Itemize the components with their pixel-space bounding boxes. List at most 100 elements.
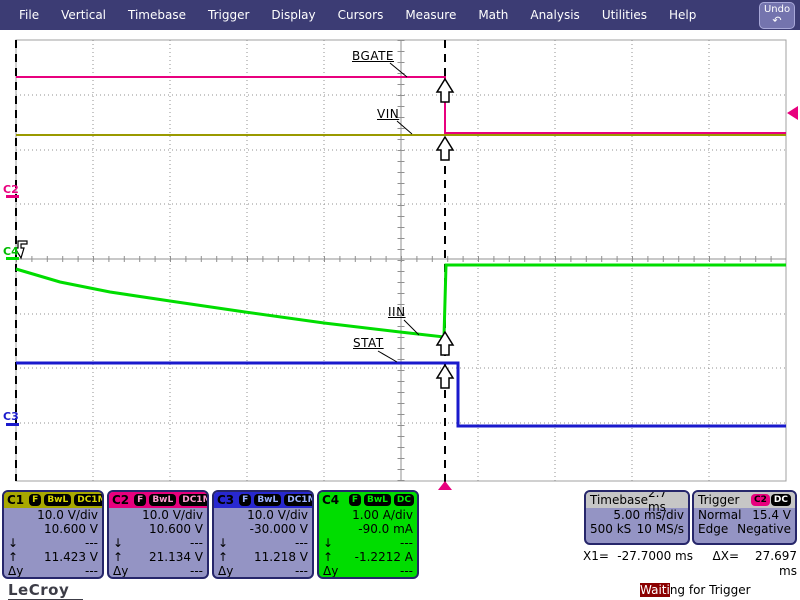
c4-badge-coupling: DC [394, 494, 414, 506]
label-vin: VIN [377, 107, 399, 121]
menu-analysis[interactable]: Analysis [521, 4, 588, 26]
channel-marker-c3[interactable]: C3 [3, 410, 19, 423]
timebase-rate: 10 MS/s [631, 522, 684, 536]
up-arrow-icon: ↑ [113, 550, 131, 564]
down-arrow-icon: ↓ [323, 536, 341, 550]
timebase-title: Timebase [590, 493, 648, 507]
scope-grid-svg [0, 36, 800, 492]
label-iin: IIN [388, 305, 406, 319]
menu-file[interactable]: File [10, 4, 48, 26]
trigger-status: Waiting for Trigger [640, 583, 751, 597]
arrow-bgate [437, 79, 453, 102]
c3-badge-bwl: BwL [254, 494, 281, 506]
timebase-per-div: 5.00 ms/div [590, 508, 684, 522]
c2-badge-bwl: BwL [149, 494, 176, 506]
menu-trigger[interactable]: Trigger [199, 4, 258, 26]
menu-timebase[interactable]: Timebase [119, 4, 195, 26]
menu-measure[interactable]: Measure [396, 4, 465, 26]
up-arrow-icon: ↑ [323, 550, 341, 564]
trigger-source-badge: C2 [751, 494, 770, 506]
undo-button[interactable]: Undo ↶ [759, 2, 795, 29]
down-arrow-icon: ↓ [113, 536, 131, 550]
dx-value: 27.697 ms [739, 549, 797, 579]
delta-y-icon: Δy [8, 564, 26, 578]
c3-badge-f: F [239, 494, 251, 506]
c2-scale: 10.0 V/div [113, 508, 203, 522]
trigger-header: Trigger C2 DC [694, 492, 795, 508]
arrow-stat [437, 365, 453, 388]
channel-box-c2[interactable]: C2 F BwL DC1M 10.0 V/div 10.600 V ↓--- ↑… [107, 490, 209, 579]
label-stat: STAT [353, 336, 384, 350]
c2-offset: 10.600 V [113, 522, 203, 536]
menu-vertical[interactable]: Vertical [52, 4, 115, 26]
c4-label: C4 [322, 493, 339, 507]
menu-math[interactable]: Math [469, 4, 517, 26]
channel-box-c4[interactable]: C4 F BwL DC 1.00 A/div -90.0 mA ↓--- ↑-1… [317, 490, 419, 579]
c1-scale: 10.0 V/div [8, 508, 98, 522]
trigger-level: 15.4 V [741, 508, 791, 522]
channel-marker-c4[interactable]: C4 [3, 245, 19, 258]
status-bar: LeCroy Waiting for Trigger [0, 580, 800, 600]
c2-label: C2 [112, 493, 129, 507]
c4-cursor-down-value: --- [341, 536, 413, 550]
x1-value: -27.7000 ms [613, 549, 693, 579]
c3-cursor-down-value: --- [236, 536, 308, 550]
c1-badge-bwl: BwL [44, 494, 71, 506]
c2-badge-f: F [134, 494, 146, 506]
c1-cursor-down-value: --- [26, 536, 98, 550]
c4-scale: 1.00 A/div [323, 508, 413, 522]
c3-delta-y-value: --- [236, 564, 308, 578]
c1-badge-f: F [29, 494, 41, 506]
delta-y-icon: Δy [218, 564, 236, 578]
c4-delta-y-value: --- [341, 564, 413, 578]
delta-y-icon: Δy [323, 564, 341, 578]
c4-offset: -90.0 mA [323, 522, 413, 536]
channel-box-c4-header: C4 F BwL DC [319, 492, 417, 508]
timebase-header: Timebase 2.7 ms [586, 492, 688, 508]
c2-cursor-down-value: --- [131, 536, 203, 550]
c2-badge-coupling: DC1M [179, 494, 209, 506]
trigger-type: Edge [698, 522, 728, 536]
down-arrow-icon: ↓ [8, 536, 26, 550]
timebase-box[interactable]: Timebase 2.7 ms 5.00 ms/div 500 kS 10 MS… [584, 490, 690, 545]
menu-help[interactable]: Help [660, 4, 705, 26]
channel-box-c3[interactable]: C3 F BwL DC1M 10.0 V/div -30.000 V ↓--- … [212, 490, 314, 579]
trigger-status-highlight: Waiti [640, 583, 670, 597]
waveform-display: BGATE VIN IIN STAT C2 C4 C3 [0, 36, 800, 492]
menu-display[interactable]: Display [262, 4, 324, 26]
cursor-readout: X1= -27.7000 ms ΔX= 27.697 ms X2= -2.6 µ… [583, 549, 797, 579]
arrow-vin [437, 137, 453, 160]
lecroy-logo: LeCroy [8, 581, 83, 600]
trigger-slope: Negative [728, 522, 791, 536]
c3-scale: 10.0 V/div [218, 508, 308, 522]
c3-zero-marker[interactable] [6, 423, 19, 426]
x1-label: X1= [583, 549, 613, 579]
trigger-position-marker[interactable] [438, 481, 452, 490]
up-arrow-icon: ↑ [8, 550, 26, 564]
menu-cursors[interactable]: Cursors [329, 4, 393, 26]
c3-offset: -30.000 V [218, 522, 308, 536]
trigger-coupling-badge: DC [771, 494, 791, 506]
c3-label: C3 [217, 493, 234, 507]
c3-badge-coupling: DC1M [284, 494, 314, 506]
menu-utilities[interactable]: Utilities [593, 4, 656, 26]
c2-cursor-up-value: 21.134 V [131, 550, 203, 564]
c2-delta-y-value: --- [131, 564, 203, 578]
c1-cursor-up-value: 11.423 V [26, 550, 98, 564]
label-bgate: BGATE [352, 49, 394, 63]
timebase-samples: 500 kS [590, 522, 631, 536]
c3-cursor-up-value: 11.218 V [236, 550, 308, 564]
menu-bar: File Vertical Timebase Trigger Display C… [0, 0, 800, 30]
c1-badge-coupling: DC1M [74, 494, 104, 506]
channel-box-c3-header: C3 F BwL DC1M [214, 492, 312, 508]
trigger-box[interactable]: Trigger C2 DC Normal 15.4 V Edge Negativ… [692, 490, 797, 545]
c4-badge-f: F [349, 494, 361, 506]
undo-icon: ↶ [760, 16, 794, 26]
c4-cursor-up-value: -1.2212 A [341, 550, 413, 564]
channel-box-c1-header: C1 F BwL DC1M [4, 492, 102, 508]
channel-marker-c2[interactable]: C2 [3, 183, 19, 196]
down-arrow-icon: ↓ [218, 536, 236, 550]
channel-box-c1[interactable]: C1 F BwL DC1M 10.0 V/div 10.600 V ↓--- ↑… [2, 490, 104, 579]
c1-offset: 10.600 V [8, 522, 98, 536]
trigger-level-marker[interactable] [787, 106, 798, 120]
